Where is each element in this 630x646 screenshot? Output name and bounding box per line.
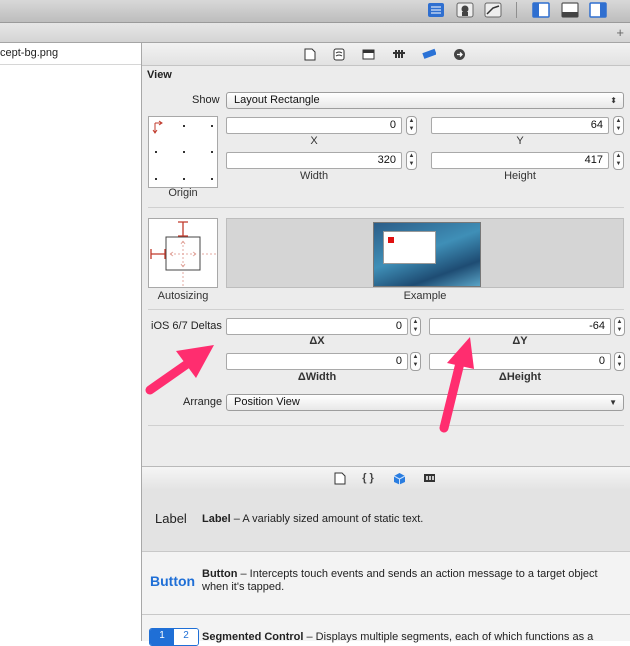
section-title: View (147, 69, 172, 81)
show-popup[interactable]: Layout Rectangle ⬍ (226, 92, 624, 109)
library-item-label[interactable]: Label Label – A variably sized amount of… (142, 489, 630, 552)
example-image (373, 222, 481, 287)
y-field[interactable]: 64 (431, 117, 609, 134)
library-item-description: – A variably sized amount of static text… (230, 513, 424, 525)
height-field[interactable]: 417 (431, 152, 609, 169)
origin-selector[interactable] (148, 116, 218, 188)
code-snippet-library-icon[interactable]: { } (361, 471, 375, 485)
separator (148, 207, 624, 208)
quick-help-icon[interactable] (332, 47, 346, 61)
object-library-icon[interactable] (392, 471, 406, 485)
width-stepper[interactable]: ▲ ▼ (406, 151, 417, 170)
delta-y-label: ΔY (512, 335, 528, 347)
delta-x-stepper[interactable]: ▲ ▼ (410, 317, 421, 336)
library-item-title: Button (202, 568, 238, 580)
library-item-title: Label (202, 513, 231, 525)
file-navigator: cept-bg.png (0, 43, 142, 641)
delta-width-field[interactable]: 0 (226, 353, 408, 370)
toggle-debug-area-icon[interactable] (561, 2, 579, 18)
delta-height-field[interactable]: 0 (429, 353, 611, 370)
library-item-description: – Intercepts touch events and sends an a… (202, 568, 598, 593)
autosizing-control[interactable] (148, 218, 218, 288)
version-editor-icon[interactable] (484, 2, 502, 18)
delta-y-stepper[interactable]: ▲ ▼ (614, 317, 625, 336)
separator (148, 425, 624, 426)
toggle-navigator-icon[interactable] (532, 2, 550, 18)
library-tabs: { } (142, 466, 630, 490)
file-row[interactable]: cept-bg.png (0, 43, 141, 65)
toolbar (0, 0, 630, 23)
size-inspector-icon[interactable] (422, 47, 436, 61)
example-label: Example (403, 290, 447, 302)
autosizing-label: Autosizing (157, 290, 209, 302)
library-item-text: Label – A variably sized amount of stati… (202, 513, 622, 525)
example-preview (226, 218, 624, 288)
delta-height-stepper[interactable]: ▲ ▼ (614, 352, 625, 371)
library-item-button[interactable]: Button Button – Intercepts touch events … (142, 552, 630, 615)
library-item-segmented-control[interactable]: 1 2 Segmented Control – Displays multipl… (142, 615, 630, 646)
library-item-title: Segmented Control (202, 631, 304, 643)
delta-width-stepper[interactable]: ▲ ▼ (410, 352, 421, 371)
origin-label: Origin (168, 187, 198, 199)
connections-inspector-icon[interactable] (452, 47, 466, 61)
arrange-label: Arrange (183, 396, 223, 408)
arrange-popup[interactable]: Position View ▼ (226, 394, 624, 411)
delta-width-label: ΔWidth (297, 371, 337, 383)
attributes-inspector-icon[interactable] (392, 47, 406, 61)
file-template-library-icon[interactable] (333, 471, 347, 485)
example-view-rect (383, 231, 436, 264)
y-label: Y (516, 135, 524, 147)
inspector-tabs (142, 43, 630, 66)
height-label: Height (504, 170, 536, 182)
width-label: Width (299, 170, 329, 182)
x-label: X (310, 135, 318, 147)
library-item-text: Segmented Control – Displays multiple se… (202, 631, 622, 643)
deltas-label: iOS 6/7 Deltas (151, 320, 222, 332)
width-field[interactable]: 320 (226, 152, 402, 169)
library-item-text: Button – Intercepts touch events and sen… (202, 568, 622, 594)
toggle-utilities-icon[interactable] (589, 2, 607, 18)
media-library-icon[interactable] (422, 471, 436, 485)
delta-x-field[interactable]: 0 (226, 318, 408, 335)
x-stepper[interactable]: ▲ ▼ (406, 116, 417, 135)
example-origin-marker (388, 237, 394, 243)
separator (148, 309, 624, 310)
popup-arrows-icon: ⬍ (610, 96, 617, 105)
delta-height-label: ΔHeight (498, 371, 542, 383)
label-object-icon: Label (155, 511, 187, 526)
file-inspector-icon[interactable] (303, 47, 317, 61)
delta-y-field[interactable]: -64 (429, 318, 611, 335)
show-label: Show (192, 94, 220, 106)
show-value: Layout Rectangle (234, 94, 320, 106)
library-item-description: – Displays multiple segments, each of wh… (303, 631, 594, 643)
button-object-icon: Button (150, 573, 196, 589)
assistant-editor-icon[interactable] (456, 2, 474, 18)
y-stepper[interactable]: ▲ ▼ (613, 116, 624, 135)
jump-bar: + (0, 23, 630, 43)
x-field[interactable]: 0 (226, 117, 402, 134)
arrange-value: Position View (234, 396, 300, 408)
segmented-control-icon: 1 2 (149, 628, 199, 646)
file-name: cept-bg.png (0, 47, 59, 59)
navigator-icon[interactable] (427, 2, 445, 17)
identity-inspector-icon[interactable] (361, 47, 375, 61)
add-editor-icon[interactable]: + (616, 25, 624, 40)
inspector-panel: View Show Layout Rectangle ⬍ Origin 0 ▲ ▼… (142, 43, 630, 646)
delta-x-label: ΔX (309, 335, 325, 347)
height-stepper[interactable]: ▲ ▼ (613, 151, 624, 170)
dropdown-arrow-icon: ▼ (609, 398, 617, 407)
